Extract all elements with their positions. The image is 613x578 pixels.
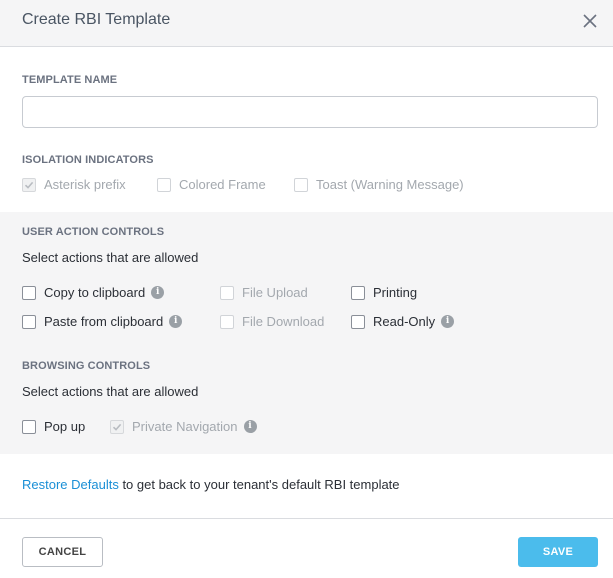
paste-from-clipboard-checkbox[interactable] (22, 314, 36, 329)
save-button[interactable]: SAVE (518, 537, 598, 567)
user-action-description: Select actions that are allowed (22, 250, 199, 265)
read-only-option[interactable]: Read-Only i (351, 314, 455, 329)
pop-up-checkbox[interactable] (22, 419, 36, 434)
toast-warning-checkbox[interactable] (294, 177, 308, 192)
template-name-label: TEMPLATE NAME (22, 74, 118, 86)
user-action-controls-label: USER ACTION CONTROLS (22, 226, 165, 238)
info-icon[interactable]: i (441, 315, 455, 328)
private-navigation-option[interactable]: Private Navigation i (110, 419, 257, 434)
footer-divider (0, 518, 613, 519)
toast-warning-label: Toast (Warning Message) (316, 177, 464, 192)
info-icon[interactable]: i (169, 315, 183, 328)
printing-option[interactable]: Printing (351, 285, 417, 300)
close-icon[interactable] (580, 11, 600, 31)
browsing-controls-label: BROWSING CONTROLS (22, 360, 151, 372)
copy-to-clipboard-checkbox[interactable] (22, 285, 36, 300)
printing-label: Printing (373, 285, 418, 300)
asterisk-prefix-label: Asterisk prefix (44, 177, 126, 192)
paste-from-clipboard-label: Paste from clipboard (44, 314, 164, 329)
paste-from-clipboard-option[interactable]: Paste from clipboard i (22, 314, 183, 329)
pop-up-option[interactable]: Pop up (22, 419, 85, 434)
file-upload-option[interactable]: File Upload (220, 285, 308, 300)
dialog-header: Create RBI Template (0, 0, 613, 47)
cancel-button[interactable]: CANCEL (22, 537, 103, 567)
asterisk-prefix-option[interactable]: Asterisk prefix (22, 177, 126, 192)
restore-defaults-link[interactable]: Restore Defaults (22, 477, 119, 492)
file-download-option[interactable]: File Download (220, 314, 324, 329)
pop-up-label: Pop up (44, 419, 86, 434)
file-download-checkbox[interactable] (220, 314, 234, 329)
read-only-checkbox[interactable] (351, 314, 365, 329)
colored-frame-option[interactable]: Colored Frame (157, 177, 266, 192)
copy-to-clipboard-label: Copy to clipboard (44, 285, 146, 300)
browsing-description: Select actions that are allowed (22, 384, 199, 399)
info-icon[interactable]: i (243, 420, 257, 433)
isolation-indicators-label: ISOLATION INDICATORS (22, 154, 154, 166)
restore-defaults-text: Restore Defaults to get back to your ten… (22, 477, 400, 492)
dialog-title: Create RBI Template (22, 11, 171, 28)
colored-frame-checkbox[interactable] (157, 177, 171, 192)
toast-warning-option[interactable]: Toast (Warning Message) (294, 177, 464, 192)
read-only-label: Read-Only (373, 314, 436, 329)
file-upload-label: File Upload (242, 285, 308, 300)
controls-panel (0, 212, 613, 454)
private-navigation-label: Private Navigation (132, 419, 238, 434)
file-upload-checkbox[interactable] (220, 285, 234, 300)
restore-defaults-description: to get back to your tenant's default RBI… (118, 477, 400, 492)
private-navigation-checkbox[interactable] (110, 419, 124, 434)
copy-to-clipboard-option[interactable]: Copy to clipboard i (22, 285, 165, 300)
asterisk-prefix-checkbox[interactable] (22, 177, 36, 192)
template-name-input[interactable] (22, 96, 598, 128)
printing-checkbox[interactable] (351, 285, 365, 300)
colored-frame-label: Colored Frame (179, 177, 266, 192)
info-icon[interactable]: i (151, 286, 165, 299)
file-download-label: File Download (242, 314, 325, 329)
